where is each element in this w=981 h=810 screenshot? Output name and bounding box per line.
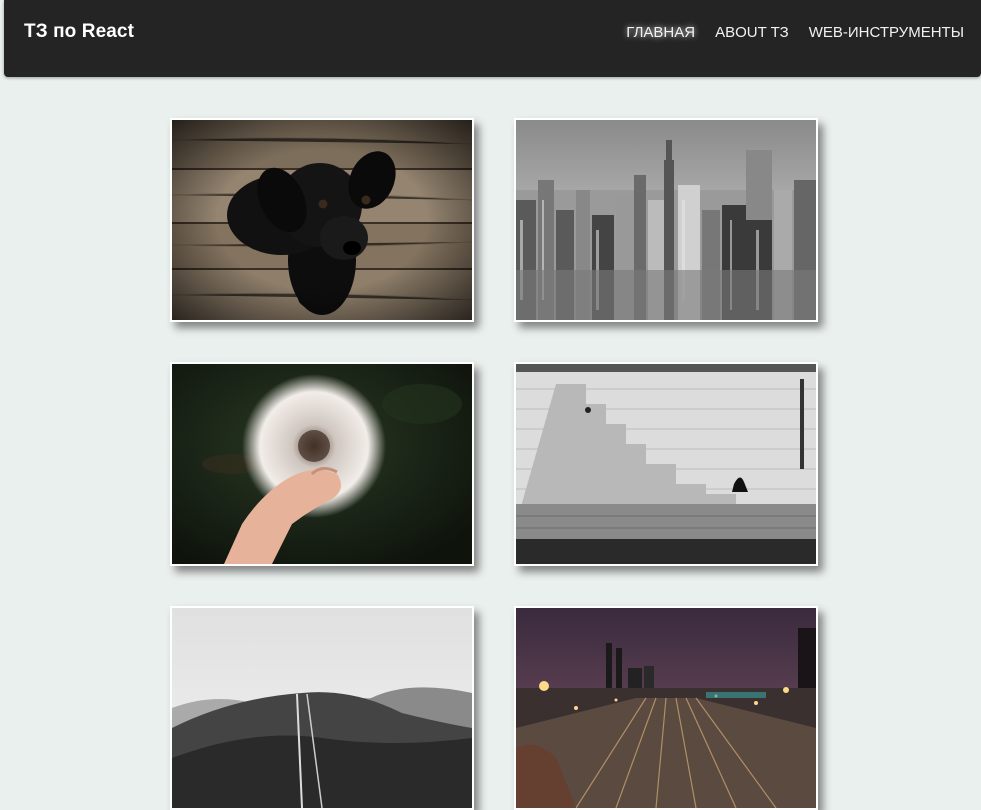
top-navbar: ТЗ по React ГЛАВНАЯ ABOUT ТЗ WEB-ИНСТРУМ… xyxy=(4,0,981,77)
main-nav: ГЛАВНАЯ ABOUT ТЗ WEB-ИНСТРУМЕНТЫ xyxy=(606,24,964,41)
gallery-photo-skyline[interactable] xyxy=(514,118,818,322)
hills-image xyxy=(172,608,472,808)
brand-title[interactable]: ТЗ по React xyxy=(24,21,134,43)
gallery-photo-stairs[interactable] xyxy=(514,362,818,566)
gallery-photo-railway[interactable] xyxy=(514,606,818,810)
nav-link-web-tools[interactable]: WEB-ИНСТРУМЕНТЫ xyxy=(809,24,964,41)
stairs-image xyxy=(516,364,816,564)
nav-link-about[interactable]: ABOUT ТЗ xyxy=(715,24,789,41)
skyline-image xyxy=(516,120,816,320)
dandelion-image xyxy=(172,364,472,564)
puppy-image xyxy=(172,120,472,320)
gallery-photo-hills[interactable] xyxy=(170,606,474,810)
gallery-photo-puppy[interactable] xyxy=(170,118,474,322)
nav-link-home[interactable]: ГЛАВНАЯ xyxy=(626,24,695,41)
gallery-photo-dandelion[interactable] xyxy=(170,362,474,566)
railway-image xyxy=(516,608,816,808)
